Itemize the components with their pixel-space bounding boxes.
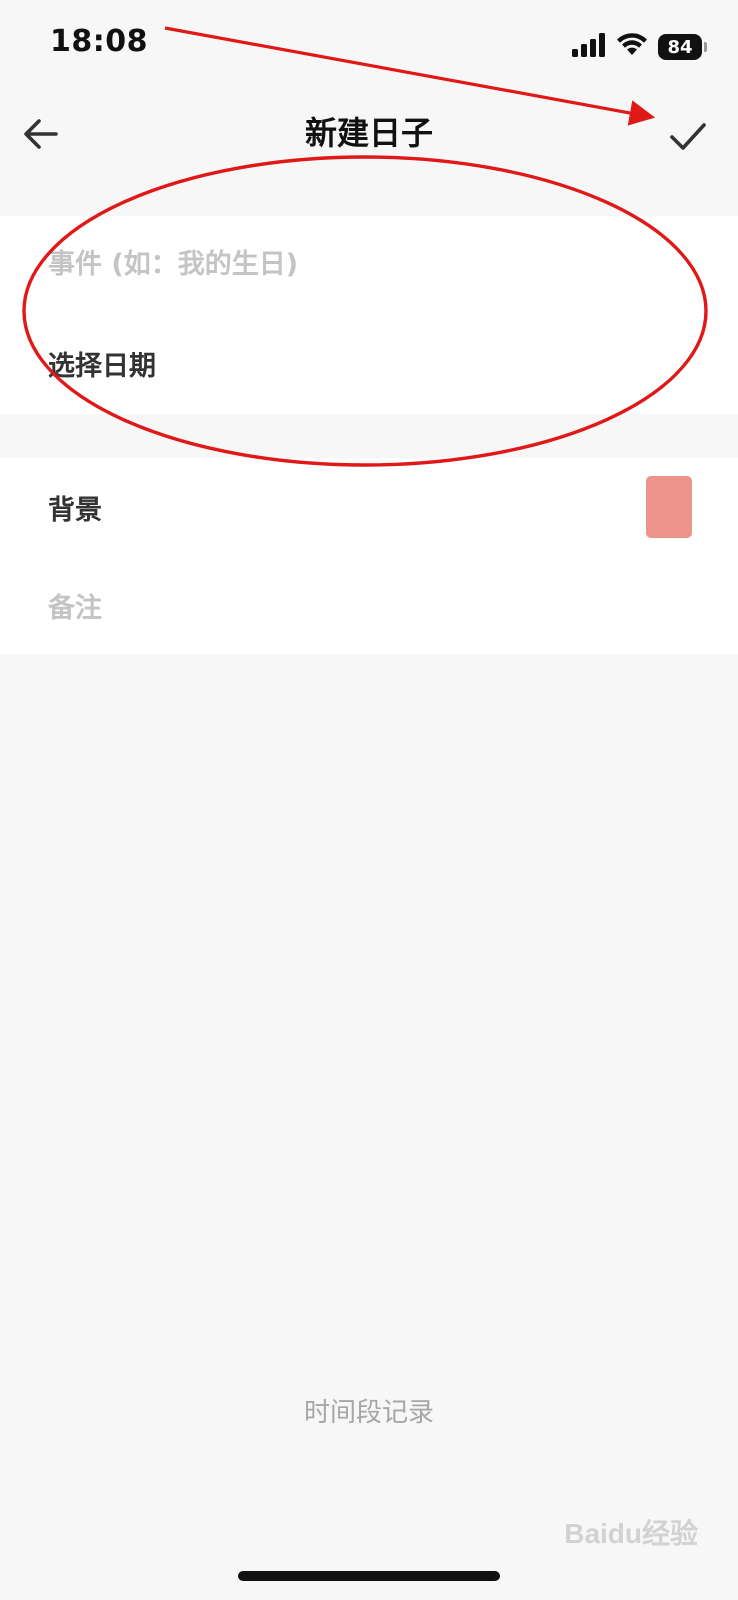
confirm-button[interactable] [664,112,712,160]
event-date-card: 选择日期 [0,216,738,414]
period-record-link[interactable]: 时间段记录 [0,1392,738,1429]
battery-nub [704,42,707,52]
select-date-label: 选择日期 [48,351,156,382]
status-time: 18:08 [50,24,148,59]
note-placeholder: 备注 [48,593,102,624]
event-input[interactable] [48,238,688,290]
note-row[interactable]: 备注 [0,556,738,654]
background-color-swatch[interactable] [646,476,692,538]
nav-bar: 新建日子 [0,92,738,212]
home-indicator[interactable] [238,1571,500,1581]
status-bar: 18:08 84 [0,0,738,92]
event-row [0,216,738,314]
page-title: 新建日子 [304,114,433,152]
cellular-signal-icon [572,33,606,61]
wifi-icon [616,33,648,61]
watermark: Baidu经验 [564,1518,698,1549]
new-day-screen: 18:08 84 新建日子 事件 (如：我的生日) 选择日期 背景 备注 时间段… [0,0,738,1600]
battery-level: 84 [667,36,693,58]
battery-icon: 84 [658,34,707,60]
background-note-card: 背景 备注 [0,458,738,654]
status-icons: 84 [572,30,707,64]
date-row[interactable]: 选择日期 [0,314,738,412]
checkmark-icon [670,123,706,150]
background-label: 背景 [48,495,102,526]
background-row[interactable]: 背景 [0,458,738,556]
